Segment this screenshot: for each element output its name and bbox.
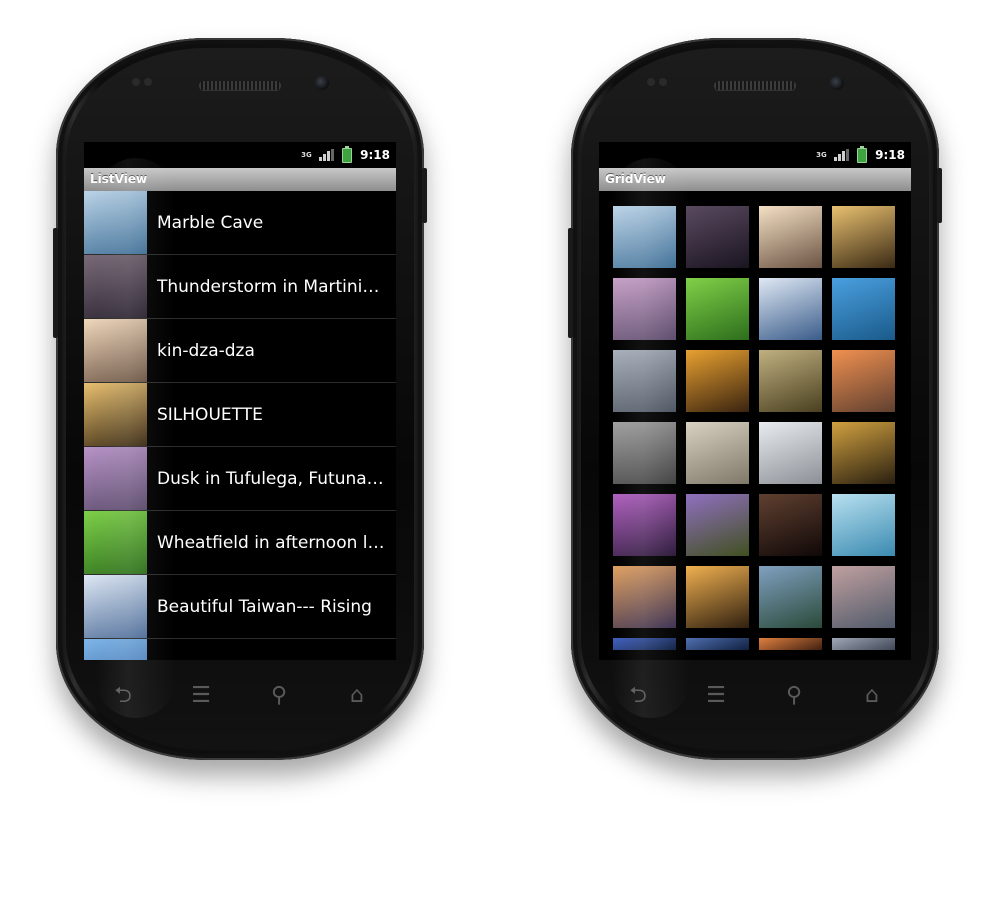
list-item-label: SILHOUETTE: [157, 404, 263, 425]
list-item-thumbnail: [84, 639, 147, 660]
proximity-sensor: [132, 78, 140, 86]
grid-thumbnail[interactable]: [759, 206, 822, 268]
signal-icon: [834, 149, 850, 161]
grid-thumbnail[interactable]: [613, 206, 676, 268]
list-item[interactable]: Dusk in Tufulega, Futuna Is...: [84, 447, 396, 511]
power-button: [422, 168, 427, 223]
list-item-label: Thunderstorm in Martinique: [157, 276, 387, 297]
status-time: 9:18: [360, 148, 390, 162]
grid-thumbnail[interactable]: [832, 278, 895, 340]
list-item-thumbnail: [84, 511, 147, 574]
list-item[interactable]: Beautiful Taiwan--- Rising: [84, 575, 396, 639]
home-icon[interactable]: ⌂: [858, 682, 886, 710]
grid-thumbnail[interactable]: [759, 566, 822, 628]
grid-thumbnail[interactable]: [759, 350, 822, 412]
grid-thumbnail[interactable]: [613, 638, 676, 650]
grid-view[interactable]: [613, 206, 895, 650]
search-icon[interactable]: ⚲: [780, 682, 808, 710]
back-icon[interactable]: ⮌: [109, 682, 137, 710]
earpiece-speaker: [199, 81, 281, 90]
status-time: 9:18: [875, 148, 905, 162]
back-icon[interactable]: ⮌: [624, 682, 652, 710]
light-sensor: [659, 78, 667, 86]
grid-thumbnail[interactable]: [759, 638, 822, 650]
search-icon[interactable]: ⚲: [265, 682, 293, 710]
list-item-thumbnail: [84, 319, 147, 382]
list-item[interactable]: [84, 639, 396, 660]
volume-button: [53, 228, 58, 338]
grid-thumbnail[interactable]: [686, 494, 749, 556]
phone-gridview: 3G 9:18 GridView ⮌ ☰ ⚲ ⌂: [568, 38, 942, 760]
battery-icon: [857, 145, 868, 163]
phone-listview: 3G 9:18 ListView Marble Cave Thunderstorm…: [53, 38, 427, 760]
grid-thumbnail[interactable]: [832, 422, 895, 484]
grid-thumbnail[interactable]: [613, 278, 676, 340]
grid-thumbnail[interactable]: [686, 566, 749, 628]
grid-thumbnail[interactable]: [686, 206, 749, 268]
grid-thumbnail[interactable]: [832, 494, 895, 556]
list-item-thumbnail: [84, 255, 147, 318]
screen: 3G 9:18 ListView Marble Cave Thunderstorm…: [84, 142, 396, 660]
grid-thumbnail[interactable]: [686, 278, 749, 340]
power-button: [937, 168, 942, 223]
grid-thumbnail[interactable]: [613, 494, 676, 556]
app-title-bar: GridView: [599, 168, 911, 191]
list-item-thumbnail: [84, 447, 147, 510]
signal-icon: [319, 149, 335, 161]
front-camera: [315, 76, 329, 90]
light-sensor: [144, 78, 152, 86]
list-item-thumbnail: [84, 383, 147, 446]
grid-thumbnail[interactable]: [832, 566, 895, 628]
list-item-label: Wheatfield in afternoon light: [157, 532, 387, 553]
screen: 3G 9:18 GridView: [599, 142, 911, 660]
grid-thumbnail[interactable]: [613, 566, 676, 628]
network-3g-icon: 3G: [816, 150, 827, 159]
grid-thumbnail[interactable]: [759, 422, 822, 484]
status-bar: 3G 9:18: [599, 142, 911, 168]
front-camera: [830, 76, 844, 90]
proximity-sensor: [647, 78, 655, 86]
grid-thumbnail[interactable]: [686, 350, 749, 412]
list-item-label: Dusk in Tufulega, Futuna Is...: [157, 468, 387, 489]
grid-thumbnail[interactable]: [759, 278, 822, 340]
hardware-nav-bar: ⮌ ☰ ⚲ ⌂: [84, 674, 396, 718]
list-item-label: Marble Cave: [157, 212, 264, 233]
list-item[interactable]: Wheatfield in afternoon light: [84, 511, 396, 575]
network-3g-icon: 3G: [301, 150, 312, 159]
grid-thumbnail[interactable]: [686, 638, 749, 650]
grid-thumbnail[interactable]: [832, 206, 895, 268]
grid-thumbnail[interactable]: [613, 422, 676, 484]
list-item-thumbnail: [84, 191, 147, 254]
app-title-bar: ListView: [84, 168, 396, 191]
list-item-thumbnail: [84, 575, 147, 638]
grid-thumbnail[interactable]: [832, 638, 895, 650]
list-item[interactable]: Thunderstorm in Martinique: [84, 255, 396, 319]
hardware-nav-bar: ⮌ ☰ ⚲ ⌂: [599, 674, 911, 718]
list-item-label: kin-dza-dza: [157, 340, 255, 361]
list-item[interactable]: SILHOUETTE: [84, 383, 396, 447]
list-item[interactable]: Marble Cave: [84, 191, 396, 255]
menu-icon[interactable]: ☰: [702, 682, 730, 710]
list-view[interactable]: Marble Cave Thunderstorm in Martinique kin…: [84, 191, 396, 660]
list-item[interactable]: kin-dza-dza: [84, 319, 396, 383]
earpiece-speaker: [714, 81, 796, 90]
grid-thumbnail[interactable]: [832, 350, 895, 412]
volume-button: [568, 228, 573, 338]
grid-thumbnail[interactable]: [613, 350, 676, 412]
grid-thumbnail[interactable]: [686, 422, 749, 484]
grid-thumbnail[interactable]: [759, 494, 822, 556]
home-icon[interactable]: ⌂: [343, 682, 371, 710]
battery-icon: [342, 145, 353, 163]
status-bar: 3G 9:18: [84, 142, 396, 168]
list-item-label: Beautiful Taiwan--- Rising: [157, 596, 372, 617]
menu-icon[interactable]: ☰: [187, 682, 215, 710]
